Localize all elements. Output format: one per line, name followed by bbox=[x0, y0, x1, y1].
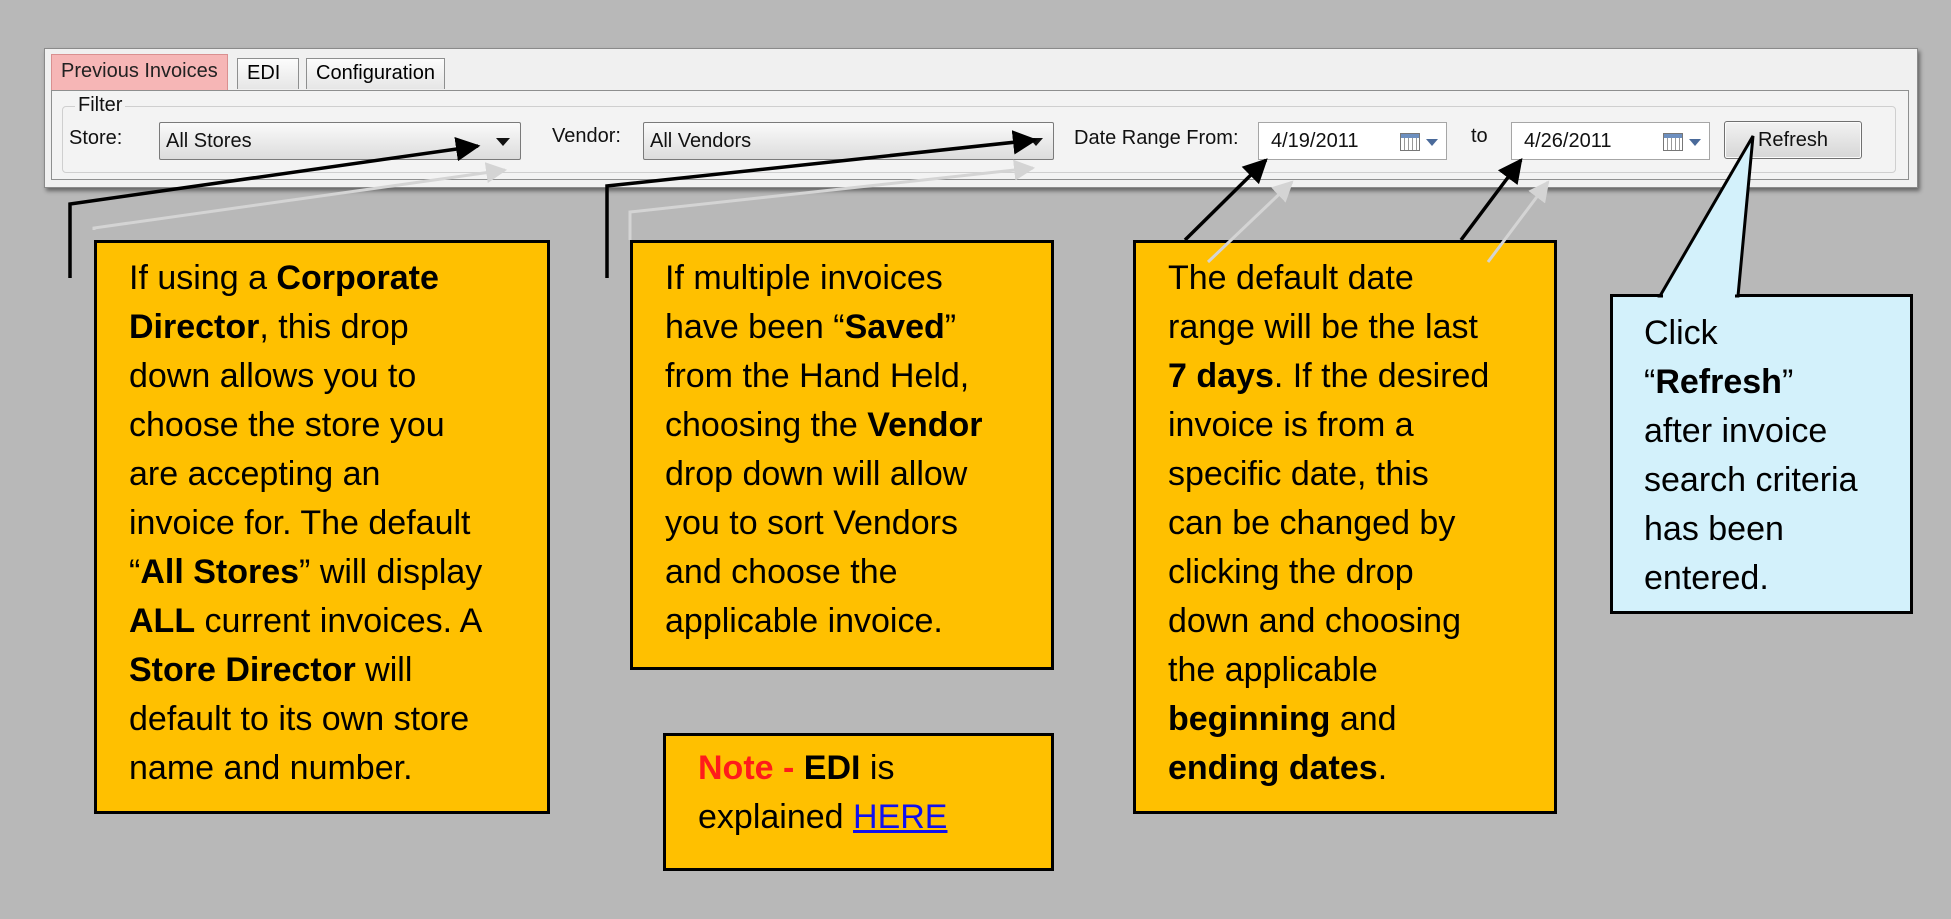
store-arrow-shadow bbox=[92, 162, 508, 230]
date-from-arrow-shadow bbox=[1206, 180, 1294, 264]
date-from-arrow bbox=[1183, 158, 1268, 242]
refresh-callout-tail bbox=[1657, 135, 1755, 298]
vendor-arrow-shadow bbox=[628, 159, 1036, 240]
callout-arrows bbox=[68, 130, 1755, 298]
store-arrow bbox=[68, 136, 481, 278]
